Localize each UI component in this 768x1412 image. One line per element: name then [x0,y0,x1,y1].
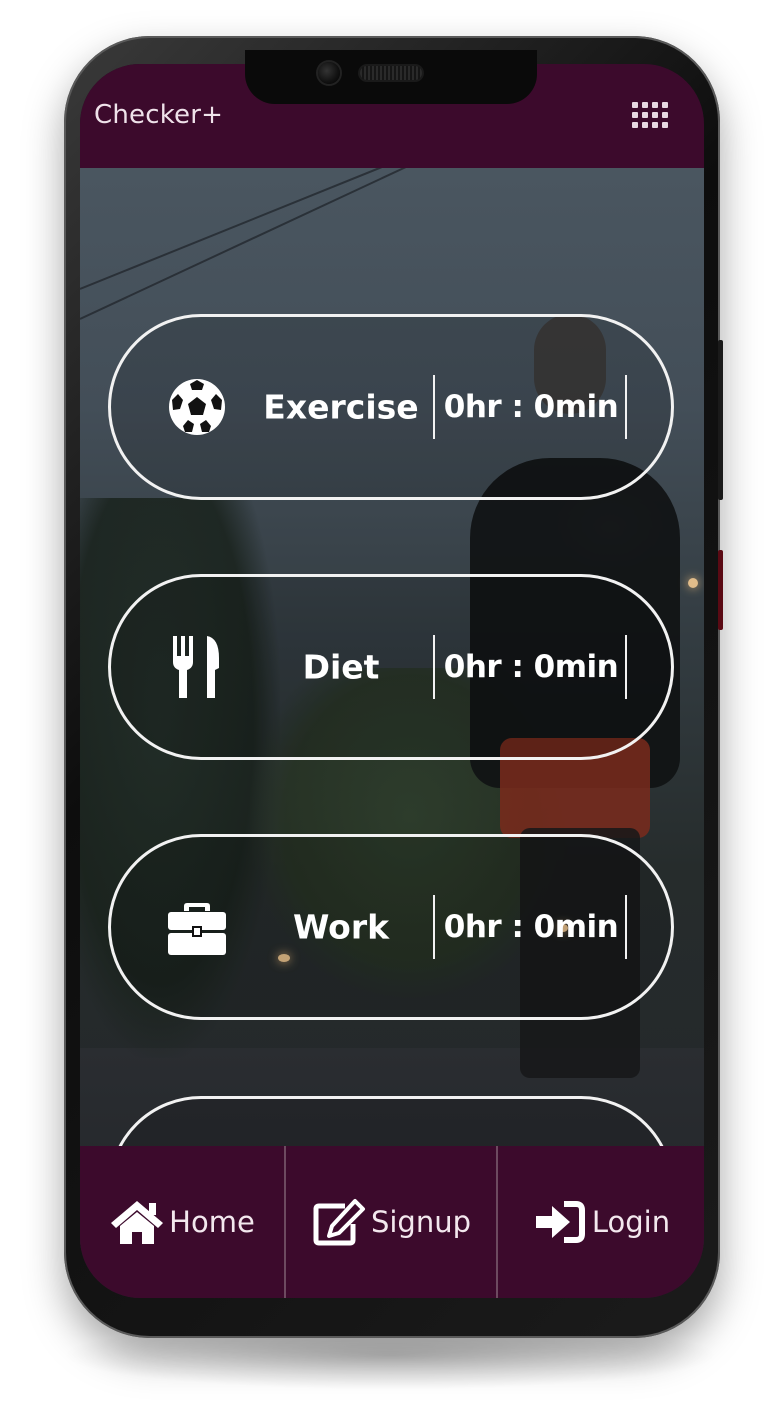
activity-time: 0hr : 0min [443,909,619,945]
activity-label: Exercise [263,387,419,427]
divider [433,375,435,439]
activity-card-work[interactable]: Work 0hr : 0min [108,834,674,1020]
divider [625,895,627,959]
activity-card-exercise[interactable]: Exercise 0hr : 0min [108,314,674,500]
power-line [80,164,387,290]
soccer-ball-icon [165,375,229,439]
activity-time: 0hr : 0min [443,389,619,425]
divider [625,375,627,439]
nav-login-label: Login [591,1205,671,1239]
sign-in-icon [532,1198,588,1246]
nav-login[interactable]: Login [498,1146,704,1298]
activity-card-diet[interactable]: Diet 0hr : 0min [108,574,674,760]
power-button [718,340,723,500]
nav-signup[interactable]: Signup [286,1146,498,1298]
activity-time: 0hr : 0min [443,649,619,685]
app-title: Checker+ [94,100,224,130]
earpiece-speaker [360,66,422,80]
activity-label: Diet [302,647,380,687]
app-screen: Checker+ Exercise 0hr: 0min Diet 0hr: … [80,64,704,1298]
divider [433,635,435,699]
edit-icon [311,1198,367,1246]
briefcase-icon [165,895,229,959]
front-camera [318,62,340,84]
activity-label: Work [292,907,390,947]
volume-button [718,550,723,630]
divider [433,895,435,959]
bottom-nav: Home Signup Login [80,1146,704,1298]
nav-home[interactable]: Home [80,1146,286,1298]
nav-home-label: Home [169,1205,255,1239]
home-icon [109,1198,165,1246]
device-mockup: Checker+ Exercise 0hr: 0min Diet 0hr: … [0,0,768,1412]
nav-signup-label: Signup [370,1205,472,1239]
street-light [688,578,698,588]
power-line [80,165,407,320]
fork-knife-icon [165,635,229,699]
divider [625,635,627,699]
grid-menu-icon[interactable] [632,102,670,130]
